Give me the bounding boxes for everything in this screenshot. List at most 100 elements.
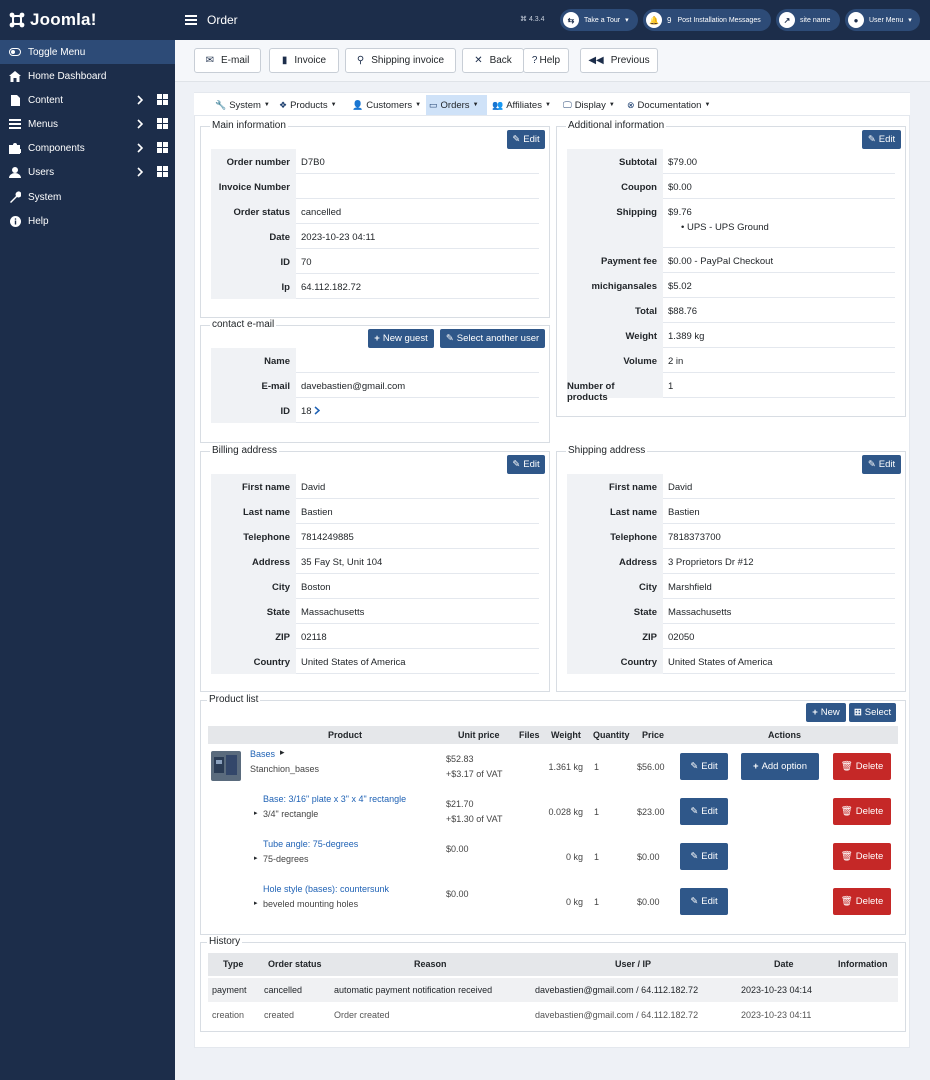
menu-icon xyxy=(185,15,197,25)
menu-affiliates[interactable]: 👥 Affiliates ▼ xyxy=(489,95,554,115)
field-value: 02050 xyxy=(668,632,695,643)
product-option-link[interactable]: Base: 3/16" plate x 3" x 4" rectangle xyxy=(263,794,406,804)
history-type: payment xyxy=(212,985,247,995)
external-link-icon: ↗ xyxy=(779,12,795,28)
sidebar-item-menus[interactable]: Menus xyxy=(0,112,175,136)
field-value-cell xyxy=(296,348,539,373)
select-user-button[interactable]: ✎ Select another user xyxy=(440,329,545,348)
field-value: 02118 xyxy=(301,632,327,643)
chevron-right-icon[interactable] xyxy=(137,95,144,108)
pencil-icon: ✎ xyxy=(512,459,521,470)
info-row: Name xyxy=(211,348,539,373)
field-value-cell: David xyxy=(296,474,539,499)
dashboard-grid-icon[interactable] xyxy=(157,118,168,132)
menu-documentation[interactable]: ⊗ Documentation ▼ xyxy=(624,95,713,115)
caret-right-icon[interactable]: ▸ xyxy=(254,854,258,862)
product-option-value: 3/4" rectangle xyxy=(263,809,319,819)
info-icon xyxy=(9,215,21,227)
history-status: cancelled xyxy=(264,985,303,995)
main-info-edit-button[interactable]: ✎ Edit xyxy=(507,130,545,149)
new-guest-button[interactable]: + New guest xyxy=(368,329,434,348)
product-edit-button[interactable]: ✎ Edit xyxy=(680,798,728,825)
sidebar-item-label: Components xyxy=(28,142,85,154)
shipping-legend: Shipping address xyxy=(566,445,648,456)
field-value: D7B0 xyxy=(301,157,325,168)
product-name-link[interactable]: Bases xyxy=(250,749,275,759)
product-option-link[interactable]: Hole style (bases): countersunk xyxy=(263,884,389,894)
line-total: $0.00 xyxy=(637,852,660,862)
menu-orders[interactable]: ▭ Orders ▼ xyxy=(426,95,487,115)
sidebar-item-components[interactable]: Components xyxy=(0,136,175,160)
trash-icon: 🗑 xyxy=(840,896,853,907)
product-edit-button[interactable]: ✎ Edit xyxy=(680,753,728,780)
email-button[interactable]: ✉ E-mail xyxy=(194,48,261,73)
help-button[interactable]: ? Help xyxy=(523,48,569,73)
info-row: Order status cancelled xyxy=(211,199,539,224)
field-value-cell: 18 xyxy=(296,398,539,423)
caret-right-icon[interactable]: ▸ xyxy=(254,809,258,817)
previous-button[interactable]: ◀◀ Previous xyxy=(580,48,658,73)
chevron-right-icon[interactable] xyxy=(137,143,144,156)
sidebar-item-content[interactable]: Content xyxy=(0,88,175,112)
take-tour-button[interactable]: ⇆ Take a Tour ▾ xyxy=(560,9,638,31)
dashboard-grid-icon[interactable] xyxy=(157,94,168,108)
back-button[interactable]: ✕ Back xyxy=(462,48,524,73)
product-option-link[interactable]: Tube angle: 75-degrees xyxy=(263,839,358,849)
field-label: ZIP xyxy=(567,624,663,649)
dashboard-grid-icon[interactable] xyxy=(157,142,168,156)
sidebar-item-users[interactable]: Users xyxy=(0,160,175,184)
edit-label: Edit xyxy=(701,851,718,862)
sidebar-item-label: Users xyxy=(28,166,55,178)
product-delete-button[interactable]: 🗑 Delete xyxy=(833,843,891,870)
delete-label: Delete xyxy=(855,851,884,862)
post-install-button[interactable]: 🔔 9 Post Installation Messages xyxy=(643,9,771,31)
caret-right-icon[interactable]: ▸ xyxy=(254,899,258,907)
menu-system[interactable]: 🔧 System ▼ xyxy=(212,95,273,115)
product-delete-button[interactable]: 🗑 Delete xyxy=(833,753,891,780)
field-value: Massachusetts xyxy=(668,607,732,618)
field-label: ZIP xyxy=(211,624,296,649)
sidebar-item-help[interactable]: Help xyxy=(0,209,175,233)
menu-customers[interactable]: 👤 Customers ▼ xyxy=(349,95,424,115)
product-edit-button[interactable]: ✎ Edit xyxy=(680,843,728,870)
unit-price: $52.83 xyxy=(446,754,474,764)
chevron-down-icon: ▾ xyxy=(625,17,629,24)
chevron-right-icon[interactable] xyxy=(137,167,144,180)
field-value: $88.76 xyxy=(668,306,698,317)
additional-edit-button[interactable]: ✎ Edit xyxy=(862,130,901,149)
sidebar-item-home-dashboard[interactable]: Home Dashboard xyxy=(0,64,175,88)
product-delete-button[interactable]: 🗑 Delete xyxy=(833,798,891,825)
add-option-button[interactable]: + Add option xyxy=(741,753,819,780)
chevron-right-icon[interactable] xyxy=(137,119,144,132)
select-product-button[interactable]: ⊞ Select xyxy=(849,703,896,722)
pencil-icon: ✎ xyxy=(690,896,699,907)
map-marker-icon: ⚲ xyxy=(356,55,365,66)
sidebar-item-toggle-menu[interactable]: Toggle Menu xyxy=(0,40,175,64)
sidebar-item-label: Help xyxy=(28,215,49,227)
product-delete-button[interactable]: 🗑 Delete xyxy=(833,888,891,915)
email-button-label: E-mail xyxy=(221,55,250,66)
shipping-edit-button[interactable]: ✎ Edit xyxy=(862,455,901,474)
history-row: creation created Order created davebastien@… xyxy=(208,1003,898,1027)
joomla-logo[interactable]: Joomla! xyxy=(0,0,175,40)
sidebar-item-system[interactable]: System xyxy=(0,185,175,209)
shipping-invoice-button[interactable]: ⚲ Shipping invoice xyxy=(345,48,456,73)
menu-display[interactable]: 🖵 Display ▼ xyxy=(560,95,618,115)
product-edit-button[interactable]: ✎ Edit xyxy=(680,888,728,915)
billing-edit-button[interactable]: ✎ Edit xyxy=(507,455,545,474)
caret-right-icon[interactable]: ▸ xyxy=(280,747,285,758)
invoice-button[interactable]: ▮ Invoice xyxy=(269,48,339,73)
site-name-button[interactable]: ↗ site name xyxy=(776,9,840,31)
field-value-cell: 2023-10-23 04:11 xyxy=(296,224,539,249)
user-menu-button[interactable]: ● User Menu ▾ xyxy=(845,9,920,31)
history-status: created xyxy=(264,1010,295,1020)
menu-products[interactable]: ❖ Products ▼ xyxy=(276,95,340,115)
chevron-right-icon[interactable] xyxy=(314,406,321,418)
version-label: ⌘ 4.3.4 xyxy=(520,16,545,23)
field-label: Last name xyxy=(567,499,663,524)
history-user: davebastien@gmail.com / 64.112.182.72 xyxy=(535,1010,699,1020)
new-product-button[interactable]: + New xyxy=(806,703,846,722)
dashboard-grid-icon[interactable] xyxy=(157,166,168,180)
field-value-cell: $5.02 xyxy=(663,273,895,298)
field-label: Telephone xyxy=(211,524,296,549)
